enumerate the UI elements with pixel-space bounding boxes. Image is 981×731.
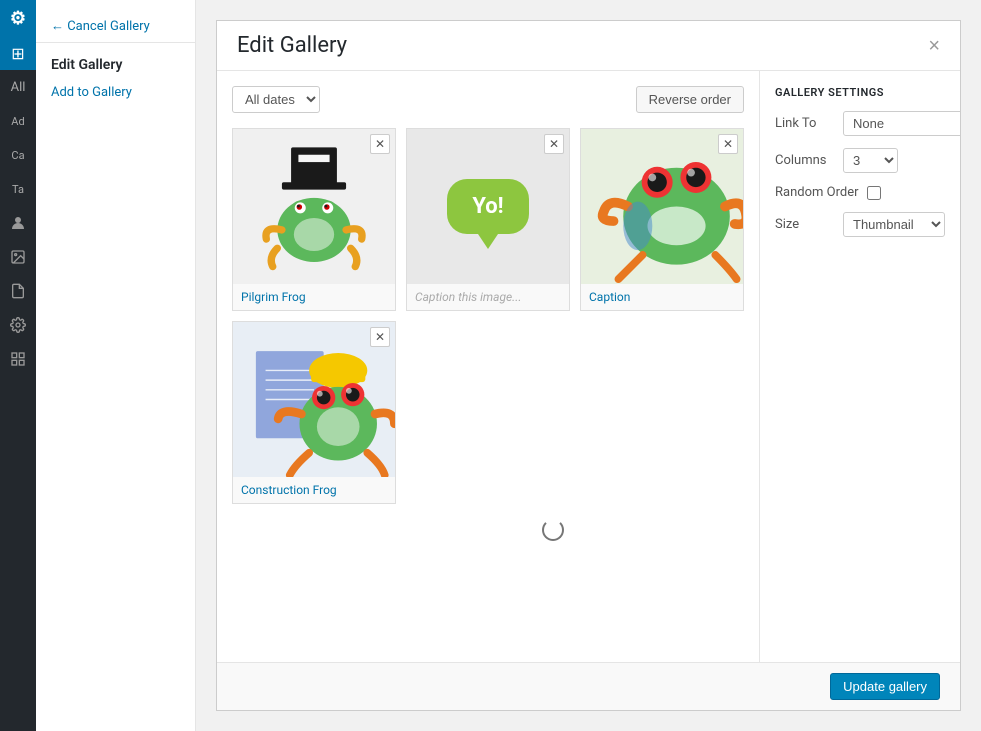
reverse-order-button[interactable]: Reverse order	[636, 86, 744, 113]
modal-close-button[interactable]: ×	[928, 36, 940, 56]
gallery-item-caption-4[interactable]: Construction Frog	[233, 477, 395, 503]
columns-row: Columns 1 2 3 4 5	[775, 148, 945, 173]
dark-sidebar: ⚙ ⊞ All Ad Ca Ta	[0, 0, 36, 731]
gallery-settings-panel: GALLERY SETTINGS Link To None Media File…	[760, 71, 960, 662]
modal-body: All dates Reverse order ✕	[217, 71, 960, 662]
sidebar-icon-add[interactable]: Ad	[0, 104, 36, 138]
sidebar-icon-dashboard[interactable]: ⊞	[0, 36, 36, 70]
main-area: ← Cancel Gallery Edit Gallery Add to Gal…	[36, 0, 981, 731]
gallery-item-caption-3[interactable]: Caption	[581, 284, 743, 310]
link-to-row: Link To None Media File Attachment Page	[775, 111, 945, 136]
gallery-item-remove-2[interactable]: ✕	[544, 134, 564, 154]
gallery-item-remove-3[interactable]: ✕	[718, 134, 738, 154]
gallery-item-1: ✕	[232, 128, 396, 311]
gallery-item-3: ✕	[580, 128, 744, 311]
columns-label: Columns	[775, 153, 835, 168]
size-label: Size	[775, 217, 835, 232]
nav-add-to-gallery-link[interactable]: Add to Gallery	[36, 79, 195, 106]
gallery-toolbar: All dates Reverse order	[232, 86, 744, 113]
random-order-label: Random Order	[775, 185, 859, 200]
modal-footer: Update gallery	[217, 662, 960, 710]
gallery-settings-title: GALLERY SETTINGS	[775, 86, 945, 99]
gallery-area: All dates Reverse order ✕	[217, 71, 760, 662]
admin-nav: ← Cancel Gallery Edit Gallery Add to Gal…	[36, 0, 196, 731]
gallery-item-caption-2[interactable]: Caption this image...	[407, 284, 569, 310]
sidebar-icon-settings[interactable]	[0, 308, 36, 342]
gallery-item-remove-4[interactable]: ✕	[370, 327, 390, 347]
random-order-checkbox[interactable]	[867, 186, 881, 200]
yo-bubble: Yo!	[447, 179, 528, 234]
link-to-label: Link To	[775, 116, 835, 131]
modal-title: Edit Gallery	[237, 33, 347, 58]
random-order-row: Random Order	[775, 185, 945, 200]
gallery-item-caption-1[interactable]: Pilgrim Frog	[233, 284, 395, 310]
gallery-item-remove-1[interactable]: ✕	[370, 134, 390, 154]
sidebar-icon-tags[interactable]: Ta	[0, 172, 36, 206]
nav-edit-gallery-title: Edit Gallery	[36, 51, 195, 79]
wp-logo: ⚙	[0, 0, 36, 36]
cursor-indicator	[542, 519, 564, 541]
cancel-gallery-link[interactable]: ← Cancel Gallery	[36, 10, 195, 43]
size-select[interactable]: Thumbnail Medium Large Full Size	[843, 212, 945, 237]
sidebar-icon-users[interactable]	[0, 206, 36, 240]
gallery-item-2: ✕ Yo! Caption this image...	[406, 128, 570, 311]
size-row: Size Thumbnail Medium Large Full Size	[775, 212, 945, 237]
update-gallery-button[interactable]: Update gallery	[830, 673, 940, 700]
sidebar-icon-media[interactable]	[0, 240, 36, 274]
modal-header: Edit Gallery ×	[217, 21, 960, 71]
columns-select[interactable]: 1 2 3 4 5	[843, 148, 898, 173]
link-to-select[interactable]: None Media File Attachment Page	[843, 111, 960, 136]
sidebar-icon-cat[interactable]: Ca	[0, 138, 36, 172]
edit-gallery-dialog: Edit Gallery × All dates Rever	[216, 20, 961, 711]
modal-overlay: Edit Gallery × All dates Rever	[196, 0, 981, 731]
sidebar-icon-grid[interactable]	[0, 342, 36, 376]
date-filter-select[interactable]: All dates	[232, 86, 320, 113]
gallery-grid: ✕	[232, 128, 744, 504]
gallery-item-4: ✕	[232, 321, 396, 504]
sidebar-icon-pages[interactable]	[0, 274, 36, 308]
sidebar-icon-posts[interactable]: All	[0, 70, 36, 104]
